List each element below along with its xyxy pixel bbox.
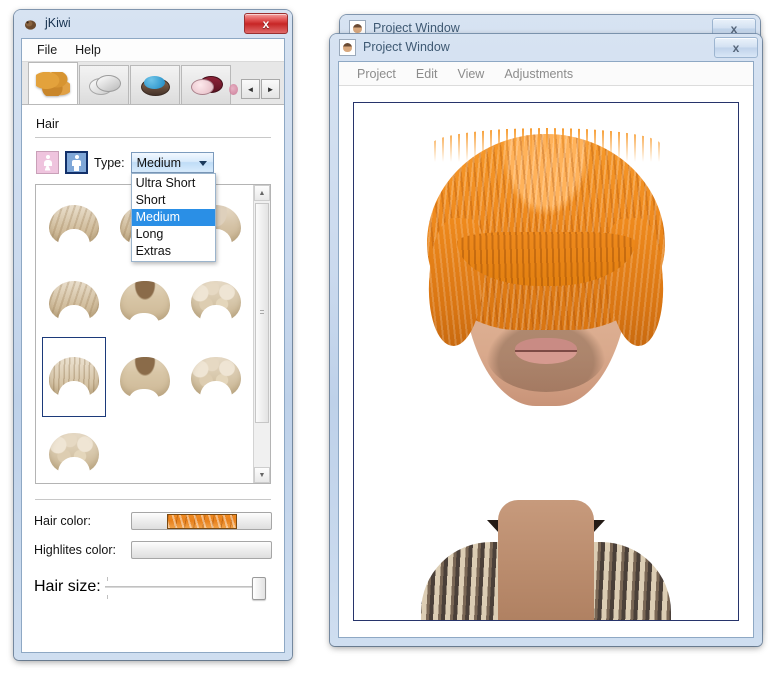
option-extras[interactable]: Extras	[132, 243, 215, 260]
menu-item-file[interactable]: File	[28, 41, 66, 59]
kiwi-icon	[23, 16, 38, 31]
scroll-up-icon[interactable]: ▲	[254, 185, 270, 201]
hair-type-select[interactable]: Medium	[130, 152, 214, 173]
project-window-front-titlebar[interactable]: Project Window x	[330, 34, 762, 60]
type-row: Type: Medium Ultra Short Short Medium Lo…	[36, 151, 272, 262]
gender-female-button[interactable]	[36, 151, 59, 174]
tab-next-icon[interactable]: ►	[261, 79, 280, 99]
scrollbar-thumb[interactable]	[255, 203, 269, 423]
project-window-front[interactable]: Project Window x Project Edit View Adjus…	[330, 34, 762, 646]
hair-type-value: Medium	[136, 155, 182, 170]
jkiwi-window[interactable]: jKiwi x File Help ◄ ► Hair Type: Medium …	[14, 10, 292, 660]
portrait-image	[396, 120, 696, 620]
menu-item-help[interactable]: Help	[66, 41, 110, 59]
jkiwi-menubar: File Help	[22, 39, 284, 62]
tabstrip: ◄ ►	[22, 62, 284, 105]
jkiwi-client: File Help ◄ ► Hair Type: Medium Ultra Sh…	[21, 38, 285, 653]
highlites-color-row: Highlites color:	[34, 541, 272, 559]
gallery-scrollbar[interactable]: ▲ ▼	[253, 185, 270, 483]
close-button[interactable]: x	[714, 37, 758, 58]
eyeshadow-icon	[138, 74, 172, 96]
hair-size-row: Hair size:	[34, 573, 272, 601]
option-long[interactable]: Long	[132, 226, 215, 243]
jkiwi-titlebar[interactable]: jKiwi x	[14, 10, 292, 36]
overflow-marker-icon	[229, 83, 238, 95]
ear-right	[622, 236, 642, 276]
project-window-back-title: Project Window	[373, 21, 460, 35]
neck	[498, 500, 594, 620]
jkiwi-title: jKiwi	[45, 16, 71, 30]
cream-jar-icon	[87, 74, 121, 96]
hair-panel: Hair Type: Medium Ultra Short Short Medi…	[22, 105, 284, 601]
nostrils	[526, 320, 566, 329]
female-figure-icon	[43, 154, 52, 171]
male-figure-icon	[72, 154, 81, 171]
project-menubar: Project Edit View Adjustments	[339, 62, 753, 86]
tab-hair[interactable]	[28, 62, 78, 104]
blush-icon	[189, 74, 223, 96]
tab-nav: ◄ ►	[229, 79, 280, 99]
option-ultra-short[interactable]: Ultra Short	[132, 175, 215, 192]
ear-left	[450, 236, 470, 276]
highlites-color-label: Highlites color:	[34, 543, 116, 557]
divider	[35, 499, 271, 500]
hairstyle-item[interactable]	[109, 341, 180, 417]
menu-item-project[interactable]: Project	[347, 65, 406, 83]
slider-thumb[interactable]	[252, 577, 266, 600]
hair-color-label: Hair color:	[34, 514, 91, 528]
tab-prev-icon[interactable]: ◄	[241, 79, 260, 99]
hairstyle-item-selected[interactable]	[38, 341, 109, 417]
option-short[interactable]: Short	[132, 192, 215, 209]
tab-lips[interactable]	[181, 65, 231, 104]
slider-track	[104, 586, 264, 588]
screen: Project Window x Project Window x Projec…	[0, 0, 770, 675]
hair-color-row: Hair color:	[34, 512, 272, 530]
hairstyle-item[interactable]	[38, 417, 109, 483]
eye-right	[582, 258, 612, 270]
hairstyle-item[interactable]	[38, 189, 109, 265]
hairstyle-item[interactable]	[180, 341, 251, 417]
divider	[35, 137, 271, 138]
highlites-color-button[interactable]	[131, 541, 272, 559]
option-medium[interactable]: Medium	[131, 209, 215, 226]
project-canvas[interactable]	[353, 102, 739, 621]
page-title: Hair	[36, 117, 59, 131]
hairstyle-item[interactable]	[180, 265, 251, 341]
scroll-down-icon[interactable]: ▼	[254, 467, 270, 483]
tab-skin[interactable]	[79, 65, 129, 104]
menu-item-adjustments[interactable]: Adjustments	[494, 65, 583, 83]
hair-size-slider[interactable]	[101, 573, 272, 601]
hair-type-dropdown[interactable]: Ultra Short Short Medium Long Extras	[130, 173, 216, 262]
project-window-front-title: Project Window	[363, 40, 450, 54]
eye-left	[480, 258, 510, 270]
chevron-down-icon	[198, 161, 207, 166]
hair-size-label: Hair size:	[34, 578, 101, 595]
tab-eyes[interactable]	[130, 65, 180, 104]
portrait-icon	[339, 38, 356, 56]
close-button[interactable]: x	[244, 13, 288, 34]
gender-male-button[interactable]	[65, 151, 88, 174]
type-label: Type:	[94, 155, 125, 170]
project-window-front-client: Project Edit View Adjustments	[338, 61, 754, 638]
lips	[515, 338, 577, 364]
hair-color-swatch	[166, 513, 237, 529]
hairstyle-item[interactable]	[38, 265, 109, 341]
menu-item-view[interactable]: View	[447, 65, 494, 83]
wig-icon	[36, 71, 70, 96]
menu-item-edit[interactable]: Edit	[406, 65, 448, 83]
hairstyle-item[interactable]	[109, 265, 180, 341]
hair-color-button[interactable]	[131, 512, 272, 530]
